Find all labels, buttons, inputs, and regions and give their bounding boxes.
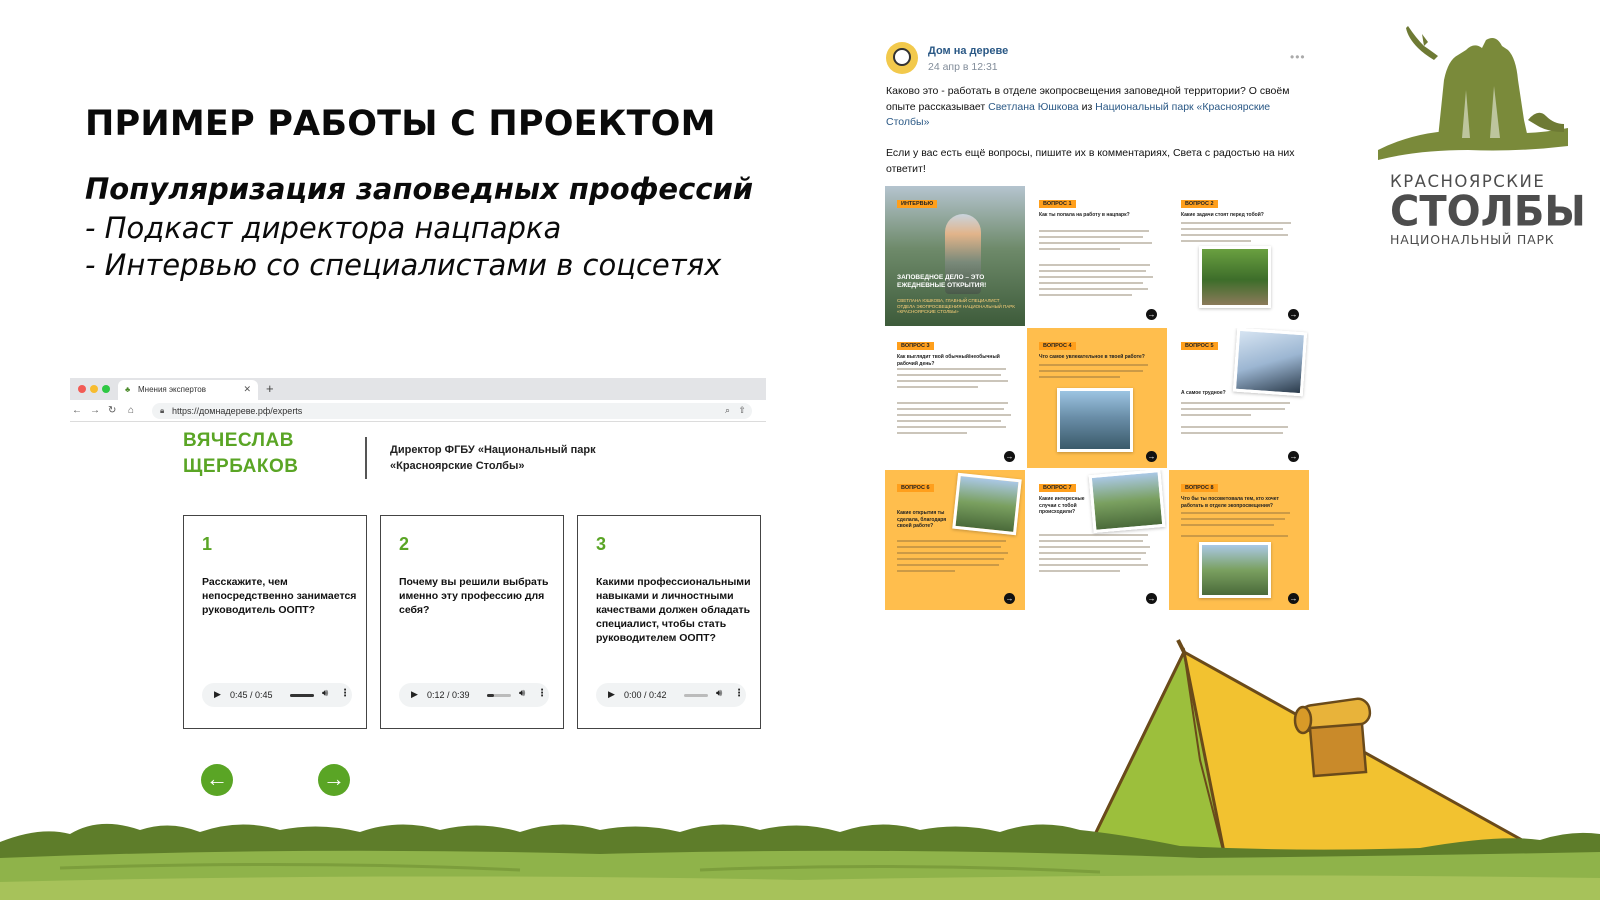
tent-icon: [1082, 639, 1550, 875]
grid-tile[interactable]: ВОПРОС 7 Какие интересные случаи с тобой…: [1027, 470, 1167, 610]
tile-badge: ИНТЕРВЬЮ: [897, 200, 938, 208]
browser-window: ♣ Мнения экспертов ✕ + ← → ↻ ⌂ 🔒︎ https:…: [70, 378, 766, 422]
arrow-right-icon: →: [1288, 451, 1299, 462]
tile-text-lines: [1181, 512, 1297, 541]
browser-tab-bar: ♣ Мнения экспертов ✕ +: [70, 378, 766, 400]
tile-badge: ВОПРОС 8: [1181, 484, 1218, 492]
arrow-right-icon: →: [1146, 451, 1157, 462]
question-number: 3: [596, 534, 607, 554]
tile-text-lines: [897, 540, 1013, 576]
post-text-comments: Если у вас есть ещё вопросы, пишите их в…: [886, 147, 1295, 175]
close-icon[interactable]: ✕: [243, 384, 251, 395]
tile-question: Какие открытия ты сделала, благодаря сво…: [897, 510, 947, 529]
arrow-right-icon: →: [1288, 593, 1299, 604]
slide-title: ПРИМЕР РАБОТЫ С ПРОЕКТОМ: [85, 104, 716, 144]
expert-role: Директор ФГБУ «Национальный парк «Красно…: [390, 444, 596, 472]
tile-caption: СВЕТЛАНА ЮШКОВА, ГЛАВНЫЙ СПЕЦИАЛИСТ ОТДЕ…: [897, 298, 1015, 314]
tile-question: Как ты попала на работу в нацпарк?: [1039, 212, 1130, 218]
tile-question: Какие интересные случаи с тобой происход…: [1039, 496, 1085, 515]
maximize-window-button[interactable]: [102, 385, 110, 393]
tile-badge: ВОПРОС 1: [1039, 200, 1076, 208]
grid-tile[interactable]: ВОПРОС 4 Что самое увлекательное в твоей…: [1027, 328, 1167, 468]
tile-text-lines: [1181, 402, 1297, 438]
tile-question: Как выглядит твой обычный/необычный рабо…: [897, 354, 1000, 367]
bullet-podcast: - Подкаст директора нацпарка: [85, 211, 562, 245]
tab-title: Мнения экспертов: [138, 385, 206, 394]
grid-tile[interactable]: ВОПРОС 2 Какие задачи стоят перед тобой?…: [1169, 186, 1309, 326]
tile-question: Что бы ты посоветовала тем, кто хочет ра…: [1181, 496, 1279, 509]
question-number: 2: [399, 534, 410, 554]
reload-icon[interactable]: ↻: [108, 405, 116, 416]
question-text: Расскажите, чем непосредственно занимает…: [202, 576, 357, 616]
tile-badge: ВОПРОС 5: [1181, 342, 1218, 350]
arrow-right-icon: →: [1146, 309, 1157, 320]
more-icon[interactable]: •••: [1290, 50, 1306, 64]
tile-question: Что самое увлекательное в твоей работе?: [1039, 354, 1145, 360]
post-text: Каково это - работать в отделе экопросве…: [886, 84, 1306, 131]
bullet-list: - Подкаст директора нацпарка - Интервью …: [85, 210, 721, 284]
grid-tile[interactable]: ВОПРОС 5 А самое трудное? →: [1169, 328, 1309, 468]
field-photo: [1199, 542, 1271, 598]
tile-text-lines: [1181, 222, 1297, 246]
forest-photo: [1199, 246, 1271, 308]
tile-text-lines: [1039, 364, 1155, 382]
tile-text-lines: [1039, 230, 1155, 300]
back-icon[interactable]: ←: [72, 405, 82, 416]
tile-question: Какие задачи стоят перед тобой?: [1181, 212, 1264, 218]
grid-tile[interactable]: ВОПРОС 1 Как ты попала на работу в нацпа…: [1027, 186, 1167, 326]
home-icon[interactable]: ⌂: [128, 405, 134, 416]
logo-text-main: СТОЛБЫ: [1390, 187, 1586, 237]
lock-icon: 🔒︎: [160, 406, 165, 415]
camp-scene-illustration: [0, 639, 1600, 900]
arrow-right-icon: →: [1146, 593, 1157, 604]
tile-text-lines: [897, 368, 1013, 438]
avatar[interactable]: [886, 42, 918, 74]
park-logo-icon: [1378, 26, 1568, 160]
tile-text-lines: [1039, 534, 1155, 576]
share-icon[interactable]: ⇧: [738, 405, 746, 416]
expert-name: ВЯЧЕСЛАВ ЩЕРБАКОВ: [183, 428, 343, 480]
tile-badge: ВОПРОС 2: [1181, 200, 1218, 208]
post-image-grid: ИНТЕРВЬЮ ЗАПОВЕДНОЕ ДЕЛО – ЭТО ЕЖЕДНЕВНЫ…: [885, 186, 1309, 610]
forward-icon[interactable]: →: [90, 405, 100, 416]
sea-photo: [1057, 388, 1133, 452]
new-tab-icon[interactable]: +: [266, 381, 274, 396]
url-input[interactable]: 🔒︎ https://домнадереве.рф/experts ⌕ ⇧: [152, 403, 752, 419]
tile-badge: ВОПРОС 3: [897, 342, 934, 350]
snow-photo: [1232, 328, 1308, 397]
question-text: Почему вы решили выбрать именно эту проф…: [399, 576, 549, 616]
post-date[interactable]: 24 апр в 12:31: [928, 61, 998, 73]
close-window-button[interactable]: [78, 385, 86, 393]
expert-last-name: ЩЕРБАКОВ: [183, 456, 299, 477]
post-text-part: из: [1078, 100, 1096, 113]
grid-tile[interactable]: ВОПРОС 3 Как выглядит твой обычный/необы…: [885, 328, 1025, 468]
post-author[interactable]: Дом на дереве: [928, 45, 1008, 57]
minimize-window-button[interactable]: [90, 385, 98, 393]
tile-badge: ВОПРОС 7: [1039, 484, 1076, 492]
browser-tab[interactable]: ♣ Мнения экспертов ✕: [118, 380, 258, 400]
slide-subtitle: Популяризация заповедных профессий: [85, 172, 754, 206]
tile-badge: ВОПРОС 6: [897, 484, 934, 492]
tile-badge: ВОПРОС 4: [1039, 342, 1076, 350]
hills-photo: [952, 472, 1022, 536]
question-number: 1: [202, 534, 213, 554]
profile-link[interactable]: Светлана Юшкова: [988, 101, 1079, 113]
expert-first-name: ВЯЧЕСЛАВ: [183, 430, 294, 451]
address-bar-row: ← → ↻ ⌂ 🔒︎ https://домнадереве.рф/expert…: [70, 400, 766, 422]
tile-quote: ЗАПОВЕДНОЕ ДЕЛО – ЭТО ЕЖЕДНЕВНЫЕ ОТКРЫТИ…: [897, 274, 987, 289]
bullet-interviews: - Интервью со специалистами в соцсетях: [85, 248, 722, 282]
grid-tile[interactable]: ВОПРОС 6 Какие открытия ты сделала, благ…: [885, 470, 1025, 610]
arrow-right-icon: →: [1004, 593, 1015, 604]
divider: [365, 437, 367, 479]
tile-question: А самое трудное?: [1181, 390, 1226, 396]
tree-icon: ♣: [125, 385, 131, 394]
grid-tile[interactable]: ВОПРОС 8 Что бы ты посоветовала тем, кто…: [1169, 470, 1309, 610]
hills-photo: [1088, 470, 1166, 534]
arrow-right-icon: →: [1004, 451, 1015, 462]
logo-text-bottom: НАЦИОНАЛЬНЫЙ ПАРК: [1390, 232, 1555, 247]
arrow-right-icon: →: [1288, 309, 1299, 320]
url-text: https://домнадереве.рф/experts: [172, 406, 303, 416]
grid-tile-cover[interactable]: ИНТЕРВЬЮ ЗАПОВЕДНОЕ ДЕЛО – ЭТО ЕЖЕДНЕВНЫ…: [885, 186, 1025, 326]
search-icon[interactable]: ⌕: [725, 405, 730, 416]
